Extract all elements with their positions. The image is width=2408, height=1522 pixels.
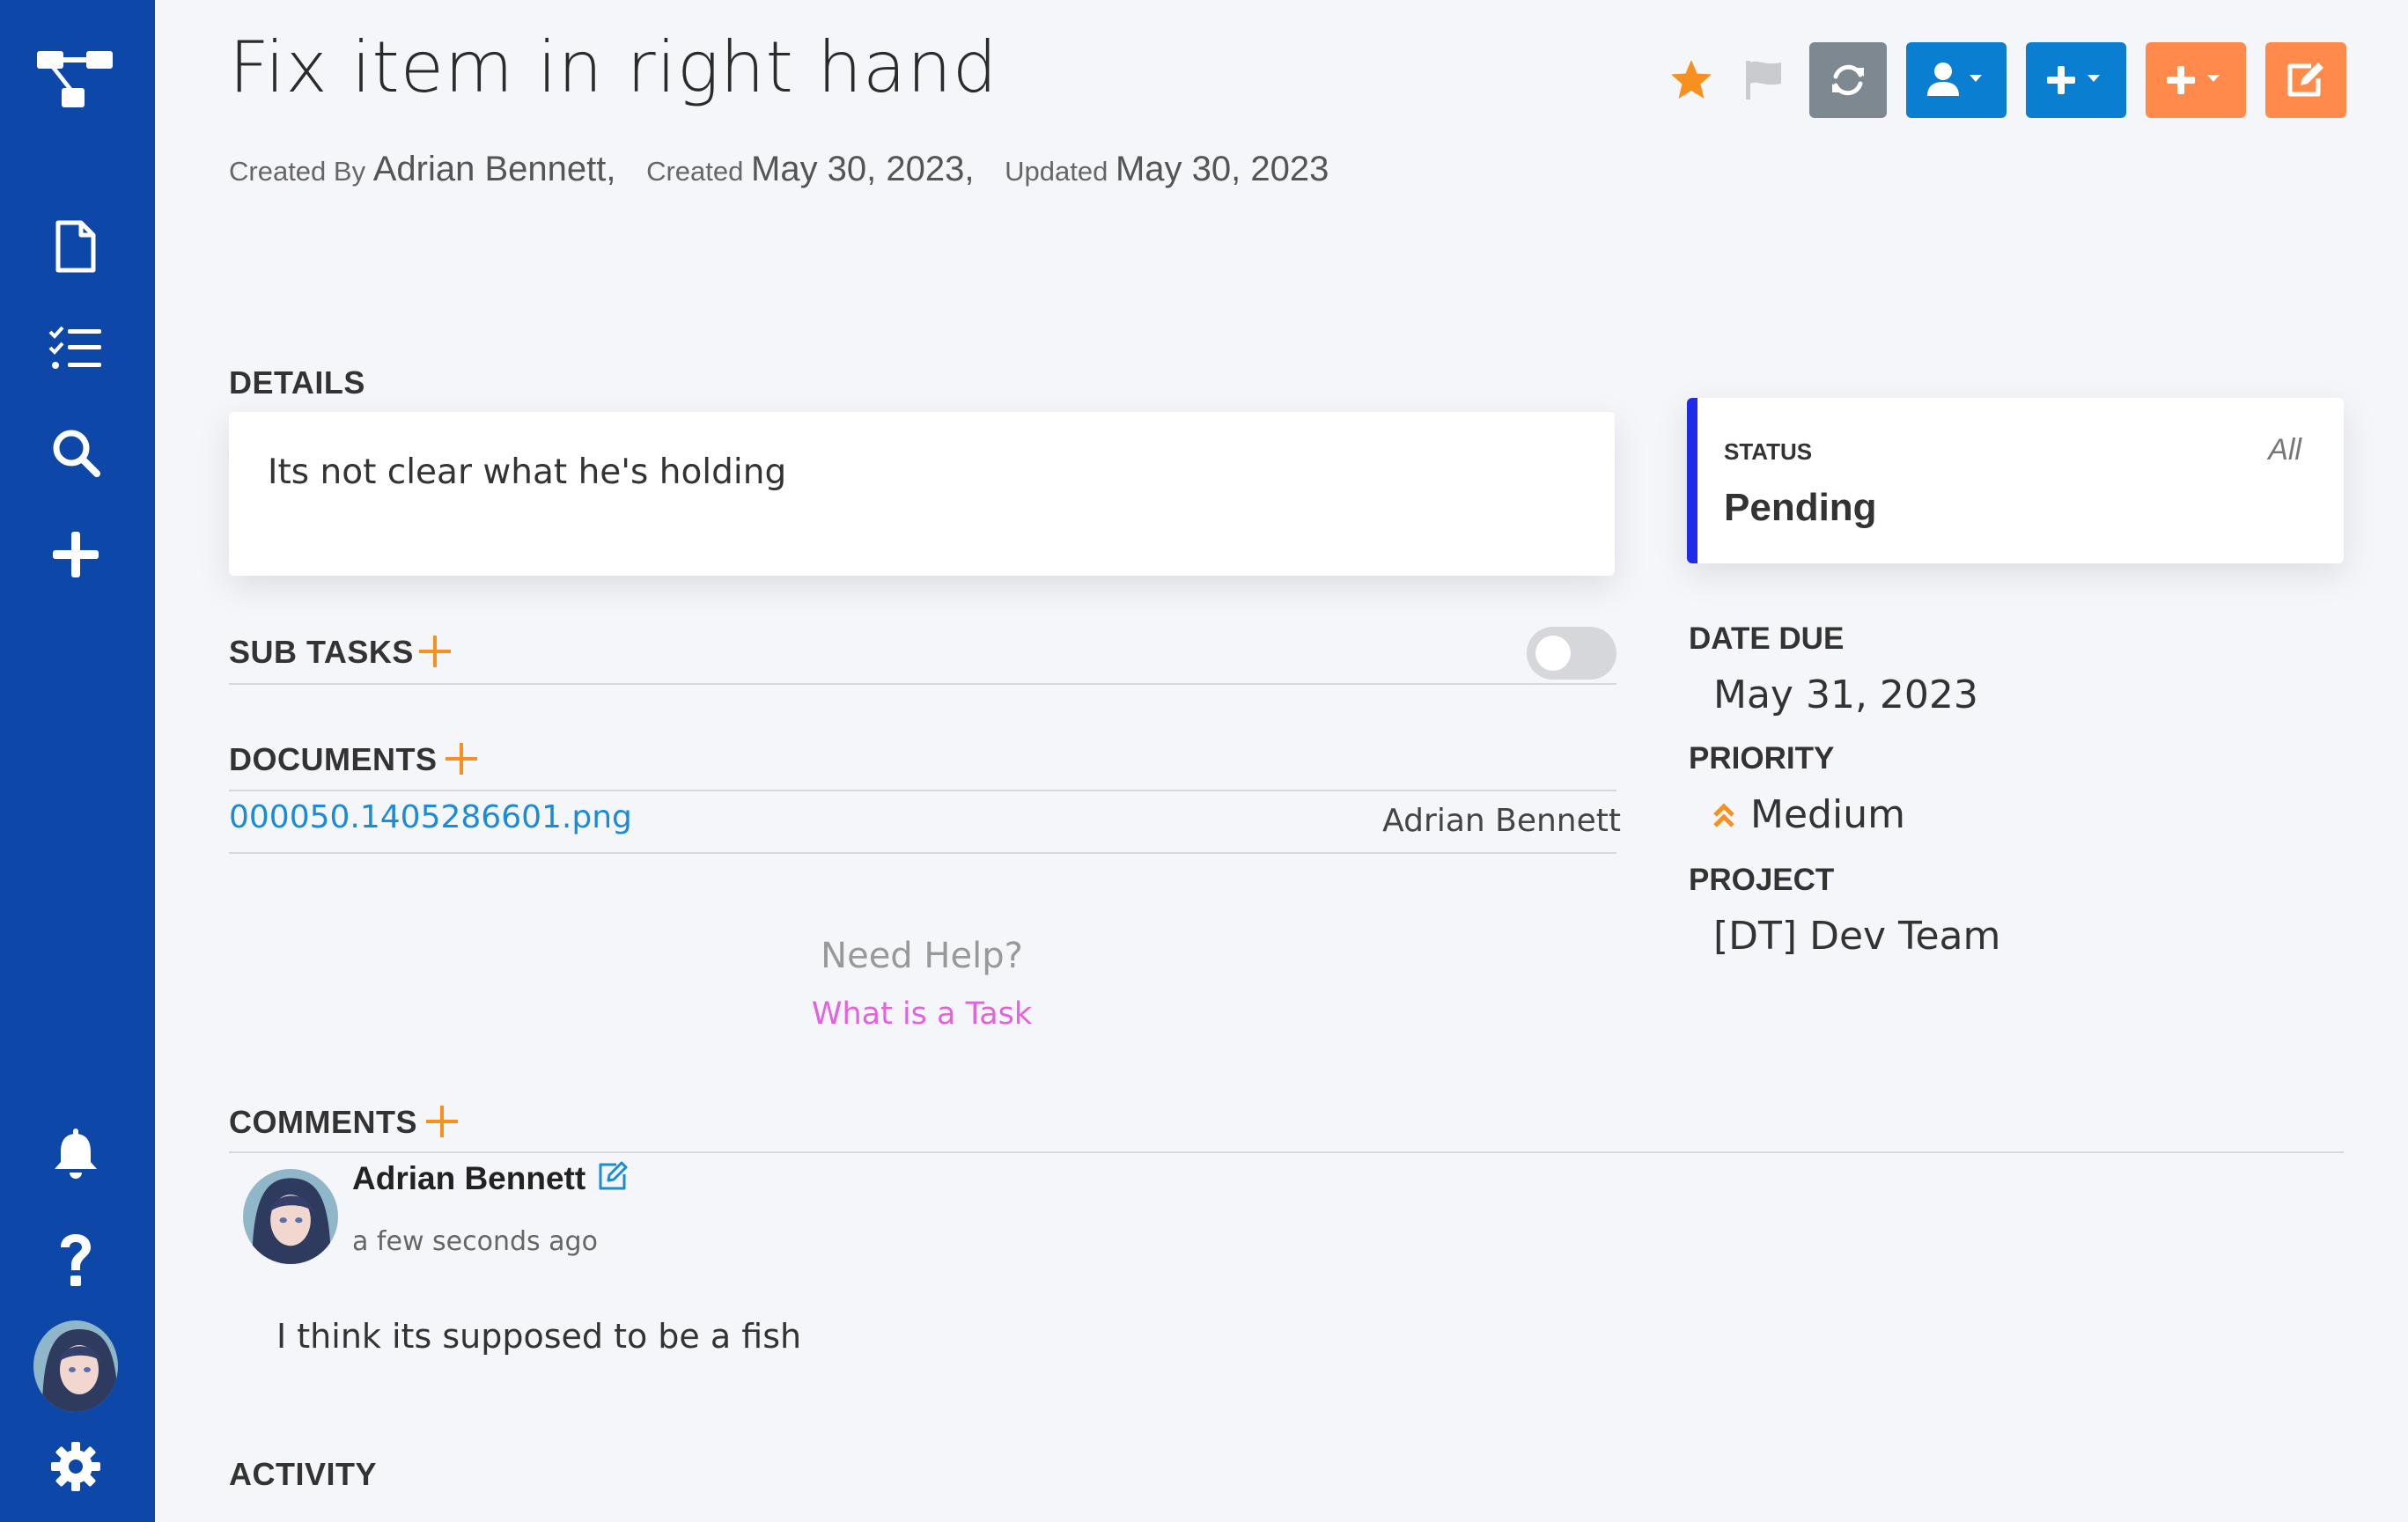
document-icon[interactable]: [33, 204, 118, 289]
project-value[interactable]: [DT] Dev Team: [1713, 914, 2000, 959]
what-is-task-link[interactable]: What is a Task: [229, 996, 1615, 1032]
date-due-label: DATE DUE: [1689, 621, 1845, 656]
edit-comment-button[interactable]: [597, 1160, 629, 1196]
details-label: DETAILS: [229, 364, 365, 401]
created-value: May 30, 2023,: [751, 150, 975, 188]
task-meta: Created By Adrian Bennett, Created May 3…: [229, 150, 1351, 189]
edit-icon: [2287, 62, 2323, 97]
created-by-label: Created By: [229, 156, 366, 187]
help-question: Need Help?: [821, 936, 1023, 976]
priority-medium-icon: [1712, 801, 1736, 834]
comment-time: a few seconds ago: [352, 1226, 598, 1257]
sidebar: [0, 0, 155, 1522]
gear-icon[interactable]: [33, 1424, 118, 1509]
created-label: Created: [646, 156, 744, 187]
documents-label: DOCUMENTS: [229, 741, 438, 777]
divider: [229, 790, 1616, 791]
page-title: Fix item in right hand: [229, 26, 998, 108]
priority-value[interactable]: Medium: [1750, 792, 1905, 837]
date-due-value[interactable]: May 31, 2023: [1713, 673, 1978, 717]
refresh-icon: [1832, 64, 1864, 96]
refresh-button[interactable]: [1809, 42, 1887, 118]
star-icon[interactable]: [1665, 54, 1718, 107]
bell-icon[interactable]: [33, 1113, 118, 1197]
updated-value: May 30, 2023: [1115, 150, 1329, 188]
details-card[interactable]: Its not clear what he's holding: [229, 412, 1615, 576]
priority-label: PRIORITY: [1689, 741, 1835, 776]
activity-label: ACTIVITY: [229, 1456, 378, 1492]
updated-label: Updated: [1005, 156, 1108, 187]
edit-icon: [599, 1161, 628, 1190]
assign-user-icon: [1927, 62, 1982, 96]
add-subtask-button[interactable]: [417, 634, 453, 673]
divider: [229, 1151, 2344, 1153]
details-text: Its not clear what he's holding: [268, 452, 787, 492]
edit-button[interactable]: [2265, 42, 2346, 118]
divider: [229, 852, 1616, 854]
status-card: STATUS All Pending: [1687, 398, 2344, 563]
plus-icon: [419, 636, 451, 667]
plus-icon: [446, 743, 477, 775]
plus-icon: [426, 1106, 458, 1137]
add-comment-button[interactable]: [424, 1104, 460, 1143]
add-related-button[interactable]: [2146, 42, 2246, 118]
project-label: PROJECT: [1689, 863, 1835, 897]
comment-body: I think its supposed to be a fish: [276, 1317, 802, 1356]
add-icon: [2047, 66, 2100, 94]
subtasks-toggle[interactable]: [1527, 627, 1616, 680]
assign-user-button[interactable]: [1906, 42, 2007, 118]
add-menu-button[interactable]: [2026, 42, 2126, 118]
sitemap-icon[interactable]: [33, 37, 118, 121]
avatar: [243, 1169, 338, 1264]
status-filter-all[interactable]: All: [2268, 433, 2301, 467]
document-link[interactable]: 000050.1405286601.png: [229, 799, 632, 835]
add-document-button[interactable]: [444, 741, 479, 781]
plus-icon[interactable]: [33, 512, 118, 597]
created-by-value: Adrian Bennett,: [372, 150, 616, 188]
toggle-knob: [1535, 636, 1571, 671]
user-avatar[interactable]: [33, 1320, 118, 1412]
comments-label: COMMENTS: [229, 1104, 417, 1140]
comment-author: Adrian Bennett: [352, 1160, 586, 1196]
status-value[interactable]: Pending: [1724, 486, 1877, 530]
avatar: [33, 1320, 118, 1412]
search-icon[interactable]: [33, 410, 118, 495]
app: Fix item in right hand Created By Adrian…: [0, 0, 2408, 1522]
subtasks-label: SUB TASKS: [229, 634, 414, 670]
tasklist-icon[interactable]: [33, 306, 118, 391]
status-label: STATUS: [1724, 438, 1813, 465]
main-content: Fix item in right hand Created By Adrian…: [155, 0, 2408, 1522]
document-owner: Adrian Bennett: [1382, 803, 1621, 839]
help-icon[interactable]: [33, 1218, 118, 1303]
flag-icon[interactable]: [1737, 54, 1790, 107]
divider: [229, 683, 1616, 685]
task-toolbar: [1665, 42, 2346, 118]
add-icon: [2167, 66, 2220, 94]
